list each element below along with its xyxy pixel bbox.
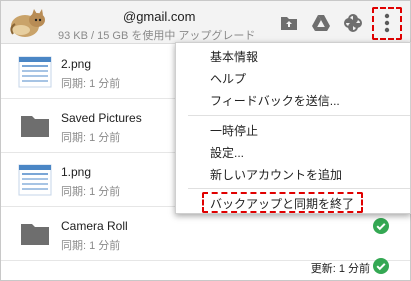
file-name: 2.png xyxy=(61,57,92,71)
folder-icon xyxy=(21,224,49,245)
check-circle-icon xyxy=(373,258,389,274)
menu-item-help[interactable]: ヘルプ xyxy=(210,70,246,87)
menu-item-pause[interactable]: 一時停止 xyxy=(210,122,258,139)
image-thumbnail-icon xyxy=(18,164,52,196)
overflow-menu: 基本情報 ヘルプ フィードバックを送信... 一時停止 設定... 新しいアカウ… xyxy=(175,42,411,214)
cat-avatar[interactable] xyxy=(7,6,47,40)
menu-divider xyxy=(188,188,410,189)
file-name: Camera Roll xyxy=(61,219,128,233)
file-name: 1.png xyxy=(61,165,92,179)
menu-divider xyxy=(188,115,410,116)
check-circle-icon xyxy=(373,218,389,234)
account-email: @gmail.com xyxy=(123,9,196,24)
google-drive-icon[interactable] xyxy=(311,13,331,33)
status-footer: 更新: 1 分前 xyxy=(1,253,410,280)
sync-status: 同期: 1 分前 xyxy=(61,186,121,198)
account-header: @gmail.com 93 KB / 15 GB を使用中 アップグレード xyxy=(1,1,410,44)
image-thumbnail-icon xyxy=(18,56,52,88)
google-photos-icon[interactable] xyxy=(343,13,363,33)
menu-item-add-account[interactable]: 新しいアカウントを追加 xyxy=(210,166,342,183)
sync-status: 同期: 1 分前 xyxy=(61,78,121,90)
last-updated: 更新: 1 分前 xyxy=(310,263,370,275)
menu-item-send-feedback[interactable]: フィードバックを送信... xyxy=(210,92,340,109)
sync-status: 同期: 1 分前 xyxy=(61,132,121,144)
menu-button-highlight xyxy=(372,7,402,40)
menu-item-about[interactable]: 基本情報 xyxy=(210,48,258,65)
file-name: Saved Pictures xyxy=(61,111,142,125)
sync-status: 同期: 1 分前 xyxy=(61,240,121,252)
quit-item-highlight xyxy=(202,192,363,213)
folder-upload-icon[interactable] xyxy=(279,13,299,33)
storage-usage[interactable]: 93 KB / 15 GB を使用中 アップグレード xyxy=(58,27,255,43)
menu-item-settings[interactable]: 設定... xyxy=(210,144,244,161)
folder-icon xyxy=(21,116,49,137)
